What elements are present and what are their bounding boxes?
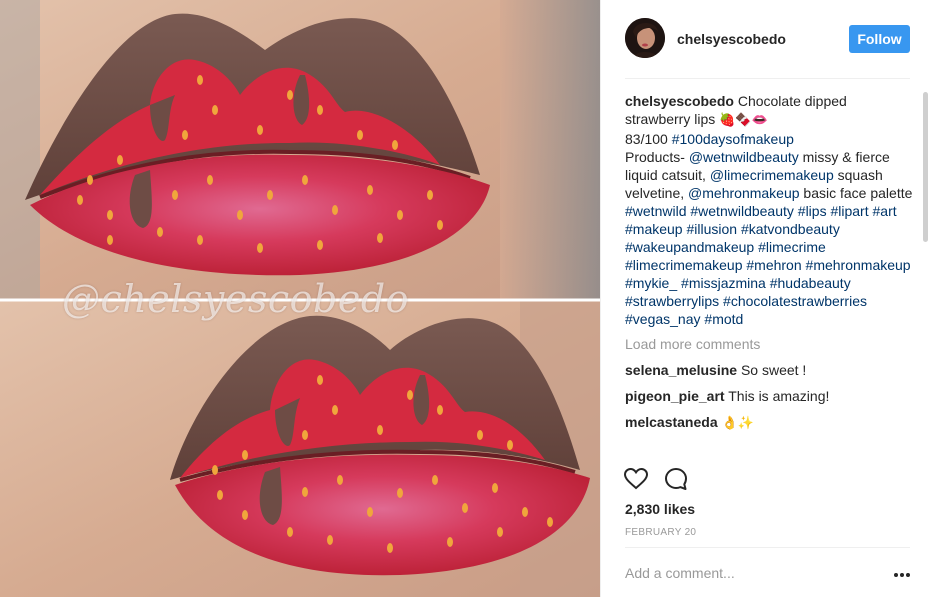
header-username[interactable]: chelsyescobedo xyxy=(677,31,786,47)
mention-link[interactable]: @limecrimemakeup xyxy=(710,167,834,183)
comment-text: This is amazing! xyxy=(724,388,830,404)
hashtag-link[interactable]: #wetnwild xyxy=(625,203,686,219)
caption-count: 83/100 xyxy=(625,131,672,147)
hashtag-link[interactable]: #limecrime xyxy=(758,239,826,255)
hashtag-link[interactable]: #hudabeauty xyxy=(770,275,851,291)
hashtag-link[interactable]: #mehronmakeup xyxy=(806,257,911,273)
mention-link[interactable]: @wetnwildbeauty xyxy=(689,149,799,165)
avatar[interactable] xyxy=(625,18,665,58)
comments-list[interactable]: chelsyescobedo Chocolate dipped strawber… xyxy=(625,92,913,458)
post-photo[interactable]: @chelsyescobedo xyxy=(0,0,600,597)
load-more-comments-link[interactable]: Load more comments xyxy=(625,335,913,353)
hashtag-link[interactable]: #art xyxy=(873,203,897,219)
hashtag-link[interactable]: #motd xyxy=(704,311,743,327)
comment-username[interactable]: pigeon_pie_art xyxy=(625,388,725,404)
comment-divider xyxy=(625,547,910,548)
comment-username[interactable]: melcastaneda xyxy=(625,414,718,430)
hashtag-link[interactable]: #missjazmina xyxy=(681,275,766,291)
post-actions xyxy=(623,466,910,496)
hashtag-link[interactable]: #strawberrylips xyxy=(625,293,719,309)
instagram-post: @chelsyescobedo chelsyescobedo Follow ch… xyxy=(0,0,930,597)
comment-username[interactable]: selena_melusine xyxy=(625,362,737,378)
caption-emoji: 🍓🍫👄 xyxy=(719,113,768,128)
add-comment-input[interactable] xyxy=(625,562,875,584)
photo-watermark: @chelsyescobedo xyxy=(62,277,410,321)
hashtag-link[interactable]: #100daysofmakeup xyxy=(672,131,794,147)
comment-item: pigeon_pie_art This is amazing! xyxy=(625,387,913,405)
like-count[interactable]: 2,830 likes xyxy=(625,501,695,517)
hashtag-link[interactable]: #vegas_nay xyxy=(625,311,701,327)
follow-button[interactable]: Follow xyxy=(849,25,910,53)
post-date: FEBRUARY 20 xyxy=(625,527,697,538)
mention-link[interactable]: @mehronmakeup xyxy=(688,185,800,201)
post-header: chelsyescobedo Follow xyxy=(601,0,930,79)
hashtag-link[interactable]: #mykie_ xyxy=(625,275,677,291)
hashtag-link[interactable]: #katvondbeauty xyxy=(741,221,840,237)
hashtag-link[interactable]: #wakeupandmakeup xyxy=(625,239,754,255)
speech-bubble-icon[interactable] xyxy=(663,466,689,492)
comments-scrollbar[interactable] xyxy=(923,92,928,242)
hashtag-link[interactable]: #mehron xyxy=(746,257,801,273)
caption-products-label: Products- xyxy=(625,149,689,165)
comment-item: selena_melusine So sweet ! xyxy=(625,361,913,379)
avatar-image xyxy=(625,18,665,58)
ellipsis-icon[interactable] xyxy=(893,566,911,580)
hashtag-link[interactable]: #wetnwildbeauty xyxy=(690,203,794,219)
caption-products-text: basic face palette xyxy=(799,185,913,201)
heart-outline-icon[interactable] xyxy=(623,466,649,492)
hashtag-link[interactable]: #illusion xyxy=(686,221,737,237)
comment-item: melcastaneda 👌✨ xyxy=(625,413,913,433)
hashtag-link[interactable]: #makeup xyxy=(625,221,683,237)
hashtag-link[interactable]: #lipart xyxy=(830,203,868,219)
caption-username[interactable]: chelsyescobedo xyxy=(625,93,734,109)
hashtag-link[interactable]: #chocolatestrawberries xyxy=(723,293,867,309)
header-divider xyxy=(625,78,910,79)
post-side-panel: chelsyescobedo Follow chelsyescobedo Cho… xyxy=(600,0,930,597)
comment-text: 👌✨ xyxy=(717,416,755,431)
comment-text: So sweet ! xyxy=(737,362,807,378)
post-caption: chelsyescobedo Chocolate dipped strawber… xyxy=(625,92,913,328)
hashtag-link[interactable]: #lips xyxy=(798,203,827,219)
hashtag-link[interactable]: #limecrimemakeup xyxy=(625,257,742,273)
